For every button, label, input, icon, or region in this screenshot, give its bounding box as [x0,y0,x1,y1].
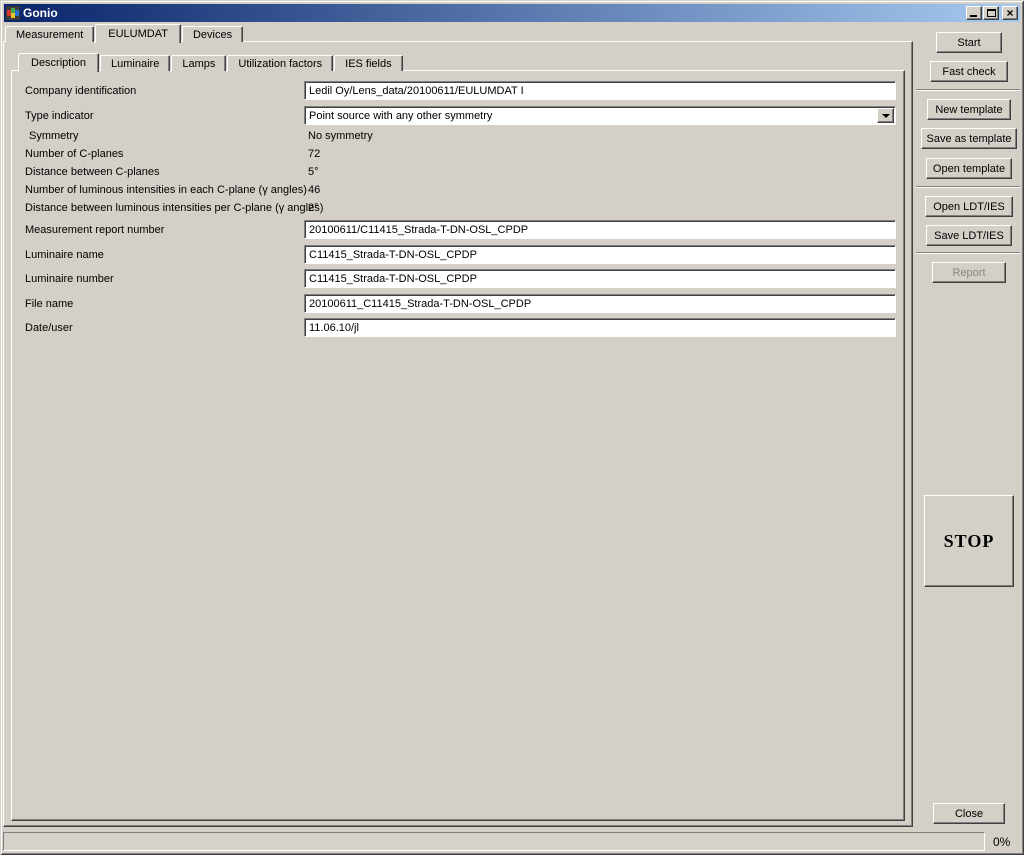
report-button: Report [932,262,1006,283]
measurement-report-number-input[interactable] [304,220,896,239]
symmetry-value: No symmetry [308,130,373,142]
button-group-separator [916,89,1020,91]
minimize-button[interactable] [966,6,982,20]
button-group-separator [916,186,1020,188]
form-row: Distance between luminous intensities pe… [12,201,904,215]
luminaire-number-input[interactable] [304,269,896,288]
maximize-button[interactable] [983,6,999,20]
tab-devices[interactable]: Devices [182,26,243,42]
close-window-button[interactable]: × [1002,6,1018,20]
form-row: Luminaire name [12,245,904,264]
luminaire-name-label: Luminaire name [25,249,104,261]
number-of-c-planes-label: Number of C-planes [25,148,123,160]
save-as-template-button[interactable]: Save as template [921,128,1017,149]
fast-check-button[interactable]: Fast check [930,61,1008,82]
form-row: File name [12,294,904,313]
luminaire-number-label: Luminaire number [25,273,114,285]
date-user-label: Date/user [25,322,73,334]
new-template-button[interactable]: New template [927,99,1011,120]
form-row: Distance between C-planes 5° [12,165,904,179]
eulumdat-subtabstrip: Description Luminaire Lamps Utilization … [18,52,404,71]
date-user-input[interactable] [304,318,896,337]
main-tabstrip: Measurement EULUMDAT Devices [5,23,244,42]
open-ldt-ies-button[interactable]: Open LDT/IES [925,196,1013,217]
form-row: Measurement report number [12,220,904,239]
form-row: Number of C-planes 72 [12,147,904,161]
close-button[interactable]: Close [933,803,1005,824]
subtab-ies-fields[interactable]: IES fields [334,55,402,71]
measurement-report-number-label: Measurement report number [25,224,164,236]
luminous-intensities-count-value: 46 [308,184,320,196]
subtab-luminaire[interactable]: Luminaire [100,55,170,71]
start-button[interactable]: Start [936,32,1002,53]
luminous-intensities-count-label: Number of luminous intensities in each C… [25,184,307,196]
minimize-icon [970,15,977,17]
type-indicator-dropdown-button[interactable] [877,108,894,123]
button-group-separator [916,252,1020,254]
open-template-button[interactable]: Open template [926,158,1012,179]
company-identification-label: Company identification [25,85,136,97]
luminaire-name-input[interactable] [304,245,896,264]
distance-between-c-planes-label: Distance between C-planes [25,166,160,178]
file-name-label: File name [25,298,73,310]
form-row: Luminaire number [12,269,904,288]
form-row: Type indicator Point source with any oth… [12,106,904,125]
app-icon [6,6,20,20]
distance-between-c-planes-value: 5° [308,166,319,178]
luminous-intensities-distance-value: 2° [308,202,319,214]
eulumdat-tab-page: Description Luminaire Lamps Utilization … [3,41,913,827]
tab-eulumdat[interactable]: EULUMDAT [95,24,181,43]
type-indicator-label: Type indicator [25,110,93,122]
tab-measurement[interactable]: Measurement [5,26,94,42]
description-tab-page: Company identification Type indicator Po… [11,70,905,821]
form-row: Date/user [12,318,904,337]
form-row: Symmetry No symmetry [12,129,904,143]
save-ldt-ies-button[interactable]: Save LDT/IES [926,225,1012,246]
file-name-input[interactable] [304,294,896,313]
window-title: Gonio [23,4,965,22]
type-indicator-selected-value: Point source with any other symmetry [309,110,492,122]
symmetry-label: Symmetry [29,130,79,142]
form-row: Company identification [12,81,904,100]
luminous-intensities-distance-label: Distance between luminous intensities pe… [25,202,323,214]
subtab-lamps[interactable]: Lamps [171,55,226,71]
maximize-icon [987,9,996,17]
type-indicator-combobox[interactable]: Point source with any other symmetry [304,106,896,125]
stop-button[interactable]: STOP [924,495,1014,587]
title-bar[interactable]: Gonio × [4,4,1020,22]
form-row: Number of luminous intensities in each C… [12,183,904,197]
close-icon: × [1003,6,1017,20]
progress-bar [3,832,985,851]
chevron-down-icon [882,114,890,118]
progress-percent: 0% [993,835,1010,849]
company-identification-input[interactable] [304,81,896,100]
subtab-description[interactable]: Description [18,53,99,72]
app-window: Gonio × Measurement EULUMDAT Devices Des… [0,0,1024,855]
subtab-utilization-factors[interactable]: Utilization factors [227,55,333,71]
number-of-c-planes-value: 72 [308,148,320,160]
